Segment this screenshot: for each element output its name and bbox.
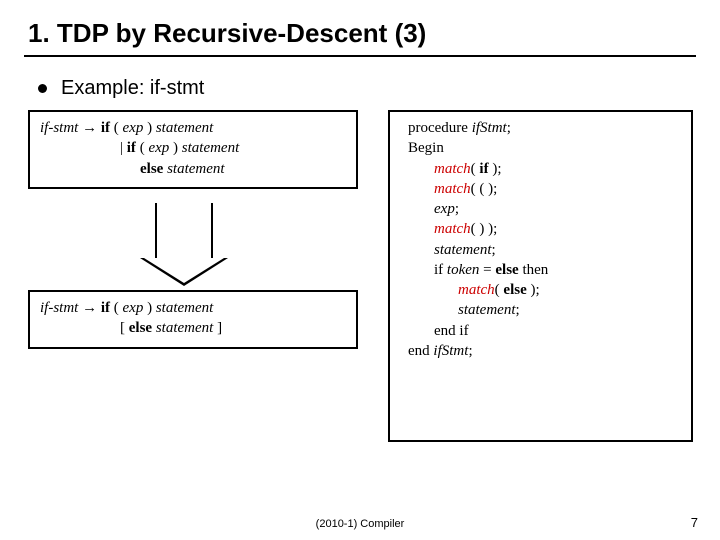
proc-line2: Begin — [400, 138, 681, 158]
subtitle-text: Example: if-stmt — [61, 77, 204, 100]
page-number: 7 — [691, 515, 698, 530]
proc-line8: if token = else then — [400, 260, 681, 280]
arrow-down-icon — [155, 203, 213, 258]
grammar1-line1: if-stmt → if ( exp ) statement — [40, 118, 346, 138]
subtitle-row: Example: if-stmt — [0, 57, 720, 100]
grammar2-line2: [ else statement ] — [40, 318, 346, 338]
slide-title: 1. TDP by Recursive-Descent (3) — [0, 0, 720, 55]
grammar2-line1: if-stmt → if ( exp ) statement — [40, 298, 346, 318]
proc-line4: match( ( ); — [400, 179, 681, 199]
proc-line3: match( if ); — [400, 159, 681, 179]
procedure-box: procedure ifStmt; Begin match( if ); mat… — [388, 110, 693, 442]
grammar1-line3: else statement — [40, 159, 346, 179]
footer-center: (2010-1) Compiler — [0, 518, 720, 530]
proc-line6: match( ) ); — [400, 219, 681, 239]
content-area: if-stmt → if ( exp ) statement | if ( ex… — [0, 100, 720, 490]
grammar1-line2: | if ( exp ) statement — [40, 138, 346, 158]
grammar-box-original: if-stmt → if ( exp ) statement | if ( ex… — [28, 110, 358, 189]
proc-line12: end ifStmt; — [400, 341, 681, 361]
proc-line5: exp; — [400, 199, 681, 219]
proc-line9: match( else ); — [400, 280, 681, 300]
proc-line1: procedure ifStmt; — [400, 118, 681, 138]
proc-line11: end if — [400, 321, 681, 341]
bullet-icon — [38, 84, 47, 93]
proc-line7: statement; — [400, 240, 681, 260]
grammar-box-simplified: if-stmt → if ( exp ) statement [ else st… — [28, 290, 358, 349]
proc-line10: statement; — [400, 300, 681, 320]
